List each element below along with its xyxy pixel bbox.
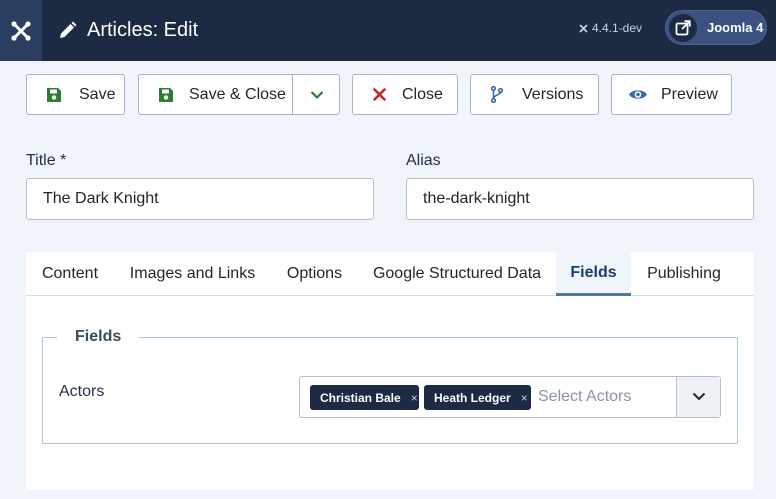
save-close-button-group: Save & Close xyxy=(138,74,340,115)
page-title: Articles: Edit xyxy=(57,0,198,61)
app-header: Articles: Edit 4.4.1-dev Joomla 4 xyxy=(0,0,776,61)
preview-label: Preview xyxy=(661,85,718,103)
version-text: 4.4.1-dev xyxy=(592,21,643,35)
save-close-label[interactable]: Save & Close xyxy=(189,86,286,104)
joomla-small-icon xyxy=(579,24,588,32)
close-label: Close xyxy=(402,85,443,103)
tab-images-and-links[interactable]: Images and Links xyxy=(114,252,271,296)
page-title-text: Articles: Edit xyxy=(87,19,199,41)
actor-chip-label: Christian Bale xyxy=(320,390,401,405)
remove-chip-icon[interactable]: × xyxy=(411,391,418,405)
remove-chip-icon[interactable]: × xyxy=(521,391,528,405)
actor-chip-label: Heath Ledger xyxy=(434,390,511,405)
preview-button[interactable]: Preview xyxy=(611,74,732,115)
save-icon xyxy=(46,87,62,103)
tabs-panel: Content Images and Links Options Google … xyxy=(26,252,754,490)
fieldset-legend: Fields xyxy=(57,328,140,346)
actors-search-input[interactable]: Select Actors xyxy=(538,377,631,417)
tab-fields[interactable]: Fields xyxy=(556,252,631,296)
alias-value: the-dark-knight xyxy=(423,190,530,207)
toolbar: Save Save & Close Close Versions Preview xyxy=(0,61,776,128)
title-value: The Dark Knight xyxy=(43,190,159,207)
tab-content[interactable]: Content xyxy=(26,252,114,296)
versions-label: Versions xyxy=(522,85,584,103)
tab-options[interactable]: Options xyxy=(271,252,358,296)
tab-publishing[interactable]: Publishing xyxy=(631,252,737,296)
close-button[interactable]: Close xyxy=(352,74,458,115)
actor-chip: Heath Ledger × xyxy=(424,385,531,410)
save-label: Save xyxy=(79,85,116,103)
save-close-icon xyxy=(158,87,174,103)
alias-input[interactable]: the-dark-knight xyxy=(406,178,754,220)
title-label: Title * xyxy=(26,152,67,169)
save-button[interactable]: Save xyxy=(26,74,125,115)
chevron-down-icon[interactable] xyxy=(293,75,340,114)
dropdown-toggle[interactable] xyxy=(676,377,720,417)
close-icon xyxy=(373,88,386,101)
actors-select[interactable]: Christian Bale × Heath Ledger × Select A… xyxy=(299,376,721,418)
pencil-icon xyxy=(57,20,79,42)
versions-button[interactable]: Versions xyxy=(470,74,599,115)
alias-label: Alias xyxy=(406,152,441,169)
eye-icon xyxy=(628,88,648,101)
title-input[interactable]: The Dark Knight xyxy=(26,178,374,220)
actor-chip: Christian Bale × xyxy=(310,385,419,410)
tab-bar: Content Images and Links Options Google … xyxy=(26,252,754,296)
code-branch-icon xyxy=(491,86,503,103)
actors-label: Actors xyxy=(59,383,105,400)
external-link-icon xyxy=(669,13,697,42)
tab-google-structured-data[interactable]: Google Structured Data xyxy=(358,252,556,296)
joomla-logo-icon[interactable] xyxy=(0,0,42,61)
chevron-down-icon xyxy=(692,388,706,406)
version-badge: 4.4.1-dev xyxy=(578,0,642,56)
view-site-button[interactable]: Joomla 4 xyxy=(665,10,767,45)
view-site-label: Joomla 4 xyxy=(707,20,764,35)
